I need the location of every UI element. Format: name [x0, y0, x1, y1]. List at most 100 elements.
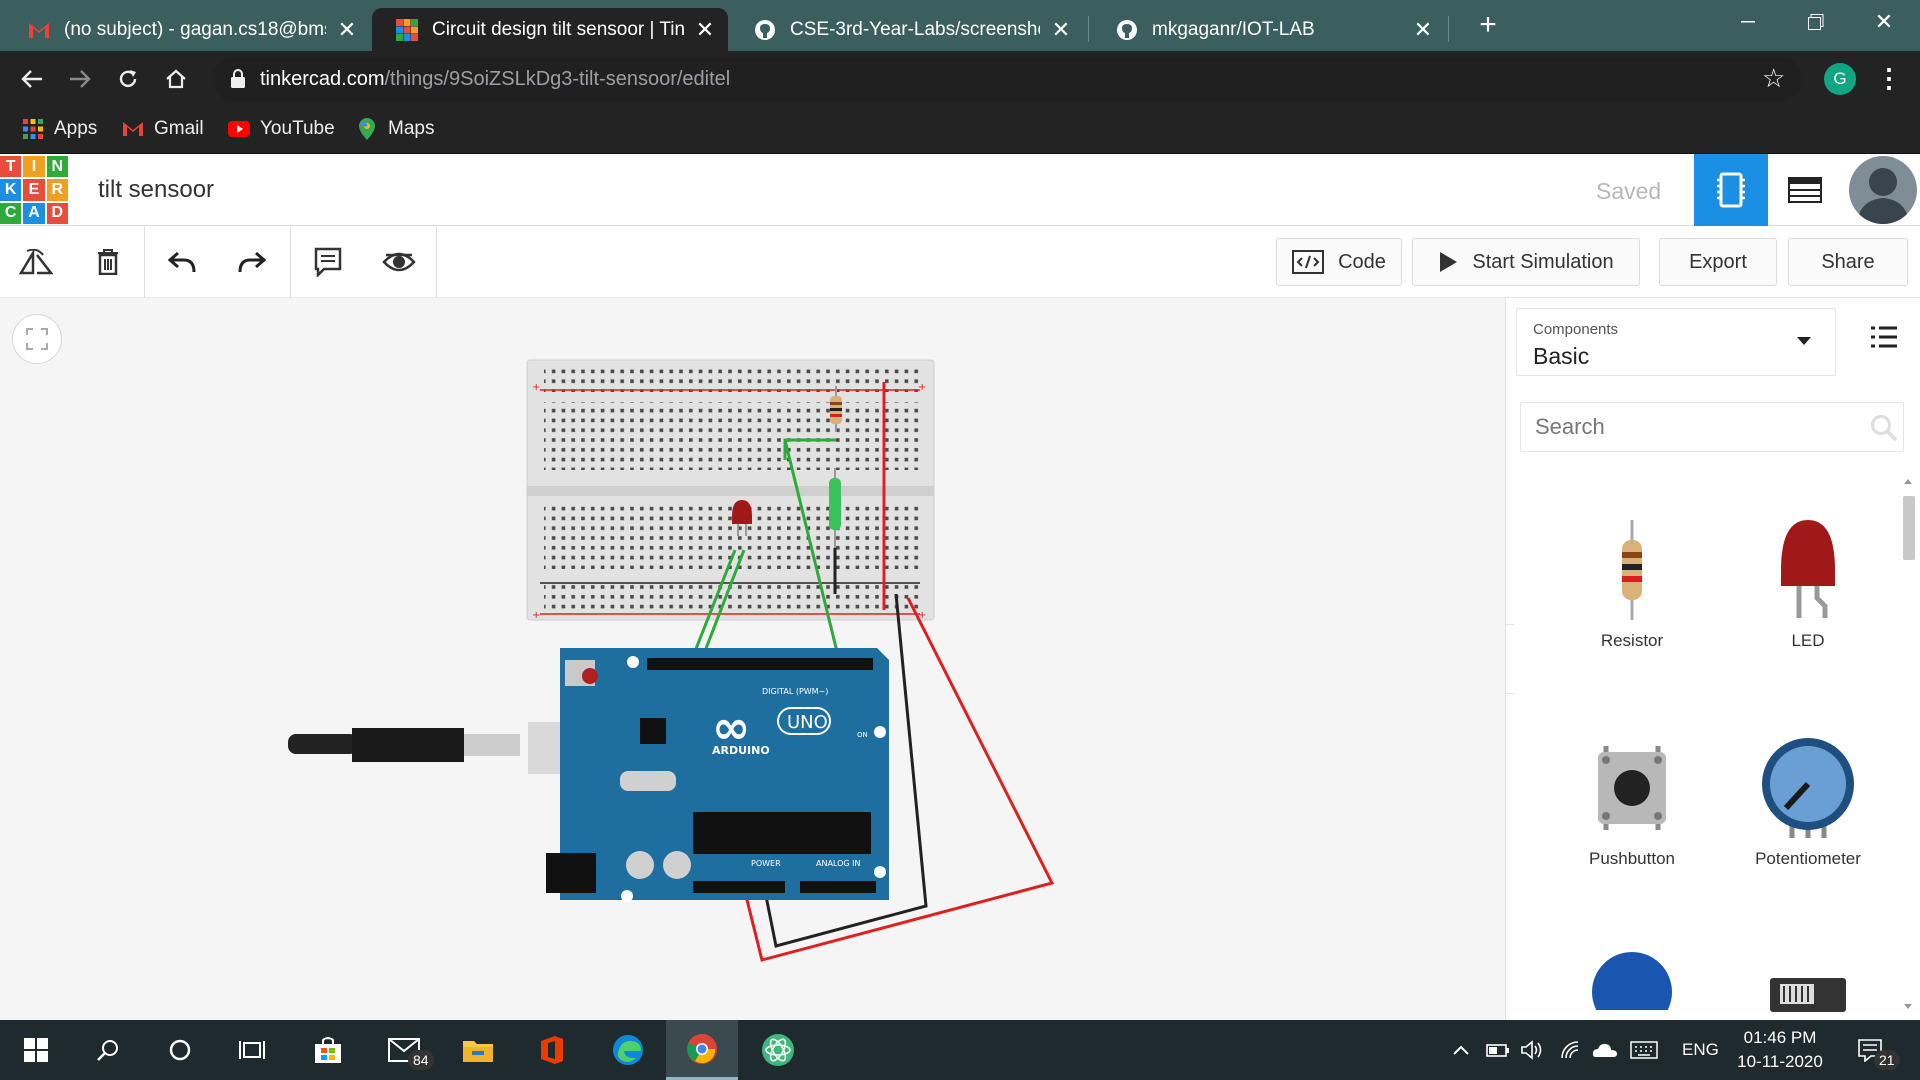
edge-icon[interactable]	[592, 1020, 664, 1080]
microsoft-store-icon[interactable]	[292, 1020, 364, 1080]
scroll-down-icon[interactable]	[1898, 1000, 1918, 1014]
rotate-icon[interactable]	[14, 240, 58, 284]
component-resistor[interactable]: Resistor	[1552, 520, 1712, 651]
bookmark-gmail[interactable]: Gmail	[122, 118, 204, 140]
component-label: LED	[1791, 631, 1825, 650]
bookmarks-bar: Apps Gmail YouTube Maps	[0, 107, 1920, 154]
search-icon[interactable]	[1870, 414, 1898, 447]
forward-icon[interactable]	[60, 59, 100, 99]
share-button[interactable]: Share	[1788, 238, 1908, 286]
logo-letter: I	[23, 156, 45, 178]
component-slideswitch[interactable]	[1728, 972, 1888, 1017]
panel-scrollbar[interactable]	[1898, 474, 1918, 1014]
notification-center-icon[interactable]: 21	[1840, 1020, 1900, 1080]
tab-title: (no subject) - gagan.cs18@bmsce.ac.in	[64, 18, 326, 40]
logo-letter: E	[23, 179, 45, 201]
list-view-icon[interactable]	[1870, 326, 1898, 353]
search-icon[interactable]	[72, 1020, 144, 1080]
battery-icon[interactable]	[1486, 1020, 1510, 1080]
components-dropdown-value: Basic	[1533, 343, 1590, 369]
reload-icon[interactable]	[108, 59, 148, 99]
new-tab-button[interactable]: +	[1468, 8, 1508, 42]
start-simulation-label: Start Simulation	[1472, 250, 1614, 273]
tab-github-screenshot[interactable]: CSE-3rd-Year-Labs/screenshot.png ✕	[730, 8, 1084, 51]
cortana-icon[interactable]	[144, 1020, 216, 1080]
bookmark-maps[interactable]: Maps	[356, 118, 434, 140]
circuit-view-button[interactable]	[1694, 154, 1768, 226]
toolbar-divider	[144, 226, 145, 298]
component-search-input[interactable]	[1520, 402, 1904, 452]
bookmark-star-icon[interactable]: ☆	[1762, 63, 1785, 94]
logo-letter: K	[0, 179, 22, 201]
task-view-icon[interactable]	[216, 1020, 288, 1080]
svg-text:+: +	[918, 382, 926, 393]
close-icon[interactable]: ✕	[1412, 17, 1434, 43]
code-button[interactable]: Code	[1276, 238, 1402, 286]
tinkercad-logo[interactable]: T I N K E R C A D	[0, 156, 68, 224]
editor-toolbar: Code Start Simulation Export Share	[0, 226, 1920, 298]
tinkercad-icon	[396, 18, 418, 41]
share-label: Share	[1821, 250, 1875, 273]
undo-icon[interactable]	[160, 240, 204, 284]
apps-grid-icon	[22, 118, 44, 140]
user-avatar[interactable]	[1849, 156, 1917, 224]
components-dropdown[interactable]: Components Basic	[1516, 308, 1836, 376]
trash-icon[interactable]	[86, 240, 130, 284]
minimize-button[interactable]	[1712, 0, 1784, 44]
onedrive-icon[interactable]	[1592, 1020, 1618, 1080]
close-window-button[interactable]: ✕	[1848, 0, 1920, 44]
component-pushbutton[interactable]: Pushbutton	[1552, 738, 1712, 869]
chrome-icon[interactable]	[666, 1020, 738, 1080]
components-panel: › Components Basic Resistor	[1505, 298, 1920, 1020]
windows-taskbar: 84 ENG 01:46 PM 10-11-2020 21	[0, 1020, 1920, 1080]
led-icon	[1781, 520, 1835, 618]
tab-github-iot[interactable]: mkgaganr/IOT-LAB ✕	[1092, 8, 1446, 51]
system-clock[interactable]: 01:46 PM 10-11-2020	[1730, 1026, 1830, 1074]
clock-time: 01:46 PM	[1743, 1028, 1817, 1047]
profile-avatar[interactable]: G	[1824, 63, 1856, 95]
component-led[interactable]: LED	[1728, 520, 1888, 651]
address-bar[interactable]: tinkercad.com/things/9SoiZSLkDg3-tilt-se…	[212, 57, 1802, 101]
workplane-canvas[interactable]: + + + + ∞ ARDUINO UNO DIGITAL (PWM~) POW…	[0, 298, 1505, 1020]
windows-start-icon[interactable]	[0, 1020, 72, 1080]
circuit-drawing: + + + + ∞ ARDUINO UNO DIGITAL (PWM~) POW…	[288, 359, 1055, 962]
arduino-uno-board[interactable]: ∞ ARDUINO UNO DIGITAL (PWM~) POWER ANALO…	[546, 648, 889, 902]
screen: (no subject) - gagan.cs18@bmsce.ac.in ✕ …	[0, 0, 1920, 1080]
component-photoresistor[interactable]	[1552, 950, 1712, 1020]
on-led-label: ON	[857, 731, 868, 739]
bookmark-apps[interactable]: Apps	[22, 118, 97, 140]
notes-icon[interactable]	[306, 240, 350, 284]
start-simulation-button[interactable]: Start Simulation	[1412, 238, 1640, 286]
tab-gmail[interactable]: (no subject) - gagan.cs18@bmsce.ac.in ✕	[4, 8, 370, 51]
volume-icon[interactable]	[1520, 1020, 1544, 1080]
tray-chevron-up-icon[interactable]	[1452, 1020, 1470, 1080]
back-icon[interactable]	[12, 59, 52, 99]
office-icon[interactable]	[516, 1020, 588, 1080]
bookmark-youtube[interactable]: YouTube	[228, 118, 335, 140]
scrollbar-thumb[interactable]	[1903, 496, 1915, 560]
language-indicator[interactable]: ENG	[1682, 1020, 1719, 1080]
scroll-up-icon[interactable]	[1898, 474, 1918, 488]
project-title[interactable]: tilt sensoor	[98, 176, 214, 204]
keyboard-icon[interactable]	[1630, 1020, 1658, 1080]
file-explorer-icon[interactable]	[442, 1020, 514, 1080]
menu-kebab-icon[interactable]: ⋮	[1876, 63, 1902, 94]
restore-button[interactable]	[1780, 0, 1852, 44]
panel-collapse-chevron-icon[interactable]: ›	[1506, 624, 1514, 694]
redo-icon[interactable]	[230, 240, 274, 284]
atom-app-icon[interactable]	[742, 1020, 814, 1080]
component-potentiometer[interactable]: Potentiometer	[1728, 738, 1888, 869]
visibility-eye-icon[interactable]	[377, 240, 421, 284]
home-icon[interactable]	[156, 59, 196, 99]
mail-icon[interactable]: 84	[368, 1020, 440, 1080]
close-icon[interactable]: ✕	[694, 17, 716, 43]
schematic-view-button[interactable]	[1768, 154, 1842, 226]
list-table-icon	[1788, 177, 1822, 203]
github-icon	[754, 19, 776, 41]
wifi-icon[interactable]	[1560, 1020, 1582, 1080]
youtube-icon	[228, 118, 250, 140]
close-icon[interactable]: ✕	[1050, 17, 1072, 43]
close-icon[interactable]: ✕	[336, 17, 358, 43]
tab-tinkercad[interactable]: Circuit design tilt sensoor | Tinkercad …	[372, 8, 728, 51]
export-button[interactable]: Export	[1659, 238, 1777, 286]
